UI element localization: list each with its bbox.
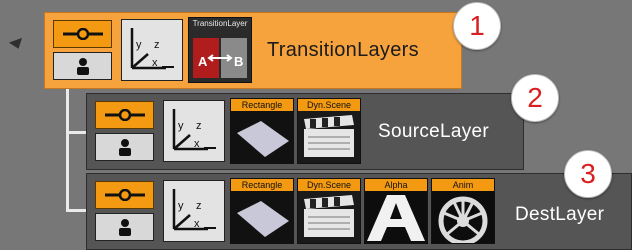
eye-icon xyxy=(62,28,103,40)
clapperboard-icon xyxy=(298,191,360,243)
person-icon xyxy=(118,139,131,156)
thumbnail-label: Dyn.Scene xyxy=(298,179,360,191)
person-icon xyxy=(118,219,131,236)
layer-toggles xyxy=(95,101,154,161)
anim-thumbnail[interactable]: Anim xyxy=(431,178,495,244)
rectangle-icon xyxy=(231,191,293,243)
lock-toggle[interactable] xyxy=(95,133,154,161)
visibility-toggle[interactable] xyxy=(95,101,154,129)
thumbnail-label: Rectangle xyxy=(231,99,293,111)
tree-connector-to-source xyxy=(66,131,86,134)
axis-z-label: z xyxy=(154,39,160,51)
scene-tree: y z x TransitionLayer A B TransitionLaye… xyxy=(0,0,632,250)
svg-text:A: A xyxy=(198,54,208,69)
axis-x-label: x xyxy=(152,57,158,69)
transition-icon: A B xyxy=(189,30,251,82)
axis-y-label: y xyxy=(178,120,184,132)
axis-x-label: x xyxy=(194,218,200,230)
transform-axes-icon[interactable]: y z x xyxy=(163,100,225,162)
thumbnail-label: Rectangle xyxy=(231,179,293,191)
layer-name: DestLayer xyxy=(515,204,605,225)
clapperboard-icon xyxy=(298,111,360,163)
person-icon xyxy=(76,58,89,75)
axis-y-label: y xyxy=(136,39,142,51)
anim-wheel-icon xyxy=(432,191,494,243)
axis-y-label: y xyxy=(178,200,184,212)
rectangle-icon xyxy=(231,111,293,163)
svg-text:B: B xyxy=(234,54,243,69)
layer-toggles xyxy=(95,181,154,241)
dynscene-thumbnail[interactable]: Dyn.Scene xyxy=(297,98,361,164)
transition-layer-thumbnail[interactable]: TransitionLayer A B xyxy=(188,17,252,83)
rectangle-thumbnail[interactable]: Rectangle xyxy=(230,98,294,164)
visibility-toggle[interactable] xyxy=(95,181,154,209)
layer-name: SourceLayer xyxy=(378,121,490,142)
thumbnail-label: Alpha xyxy=(365,179,427,191)
transform-axes-icon[interactable]: y z x xyxy=(121,19,183,81)
eye-icon xyxy=(104,109,145,121)
layer-node-sourcelayer[interactable]: y z x Rectangle Dyn.Scene SourceLayer xyxy=(86,93,524,170)
thumbnail-label: Dyn.Scene xyxy=(298,99,360,111)
thumbnail-label: Anim xyxy=(432,179,494,191)
callout-badge-1: 1 xyxy=(453,2,501,50)
axis-z-label: z xyxy=(196,200,202,212)
alpha-icon xyxy=(365,191,427,243)
transform-axes-icon[interactable]: y z x xyxy=(163,180,225,242)
layer-node-destlayer[interactable]: y z x Rectangle Dyn.Scene Alpha Anim Des… xyxy=(86,173,632,250)
alpha-thumbnail[interactable]: Alpha xyxy=(364,178,428,244)
dynscene-thumbnail[interactable]: Dyn.Scene xyxy=(297,178,361,244)
axis-x-label: x xyxy=(194,138,200,150)
layer-toggles xyxy=(53,20,112,80)
rectangle-thumbnail[interactable]: Rectangle xyxy=(230,178,294,244)
visibility-toggle[interactable] xyxy=(53,20,112,48)
tree-connector-to-dest xyxy=(66,209,86,212)
layer-node-transitionlayers[interactable]: y z x TransitionLayer A B TransitionLaye… xyxy=(44,12,462,89)
thumbnail-label: TransitionLayer xyxy=(189,18,251,30)
eye-icon xyxy=(104,189,145,201)
lock-toggle[interactable] xyxy=(95,213,154,241)
expand-arrow-icon[interactable] xyxy=(8,37,26,52)
axis-z-label: z xyxy=(196,120,202,132)
callout-badge-3: 3 xyxy=(564,150,612,198)
lock-toggle[interactable] xyxy=(53,52,112,80)
layer-name: TransitionLayers xyxy=(267,39,419,61)
callout-badge-2: 2 xyxy=(511,74,559,122)
tree-connector-vertical xyxy=(66,89,69,211)
